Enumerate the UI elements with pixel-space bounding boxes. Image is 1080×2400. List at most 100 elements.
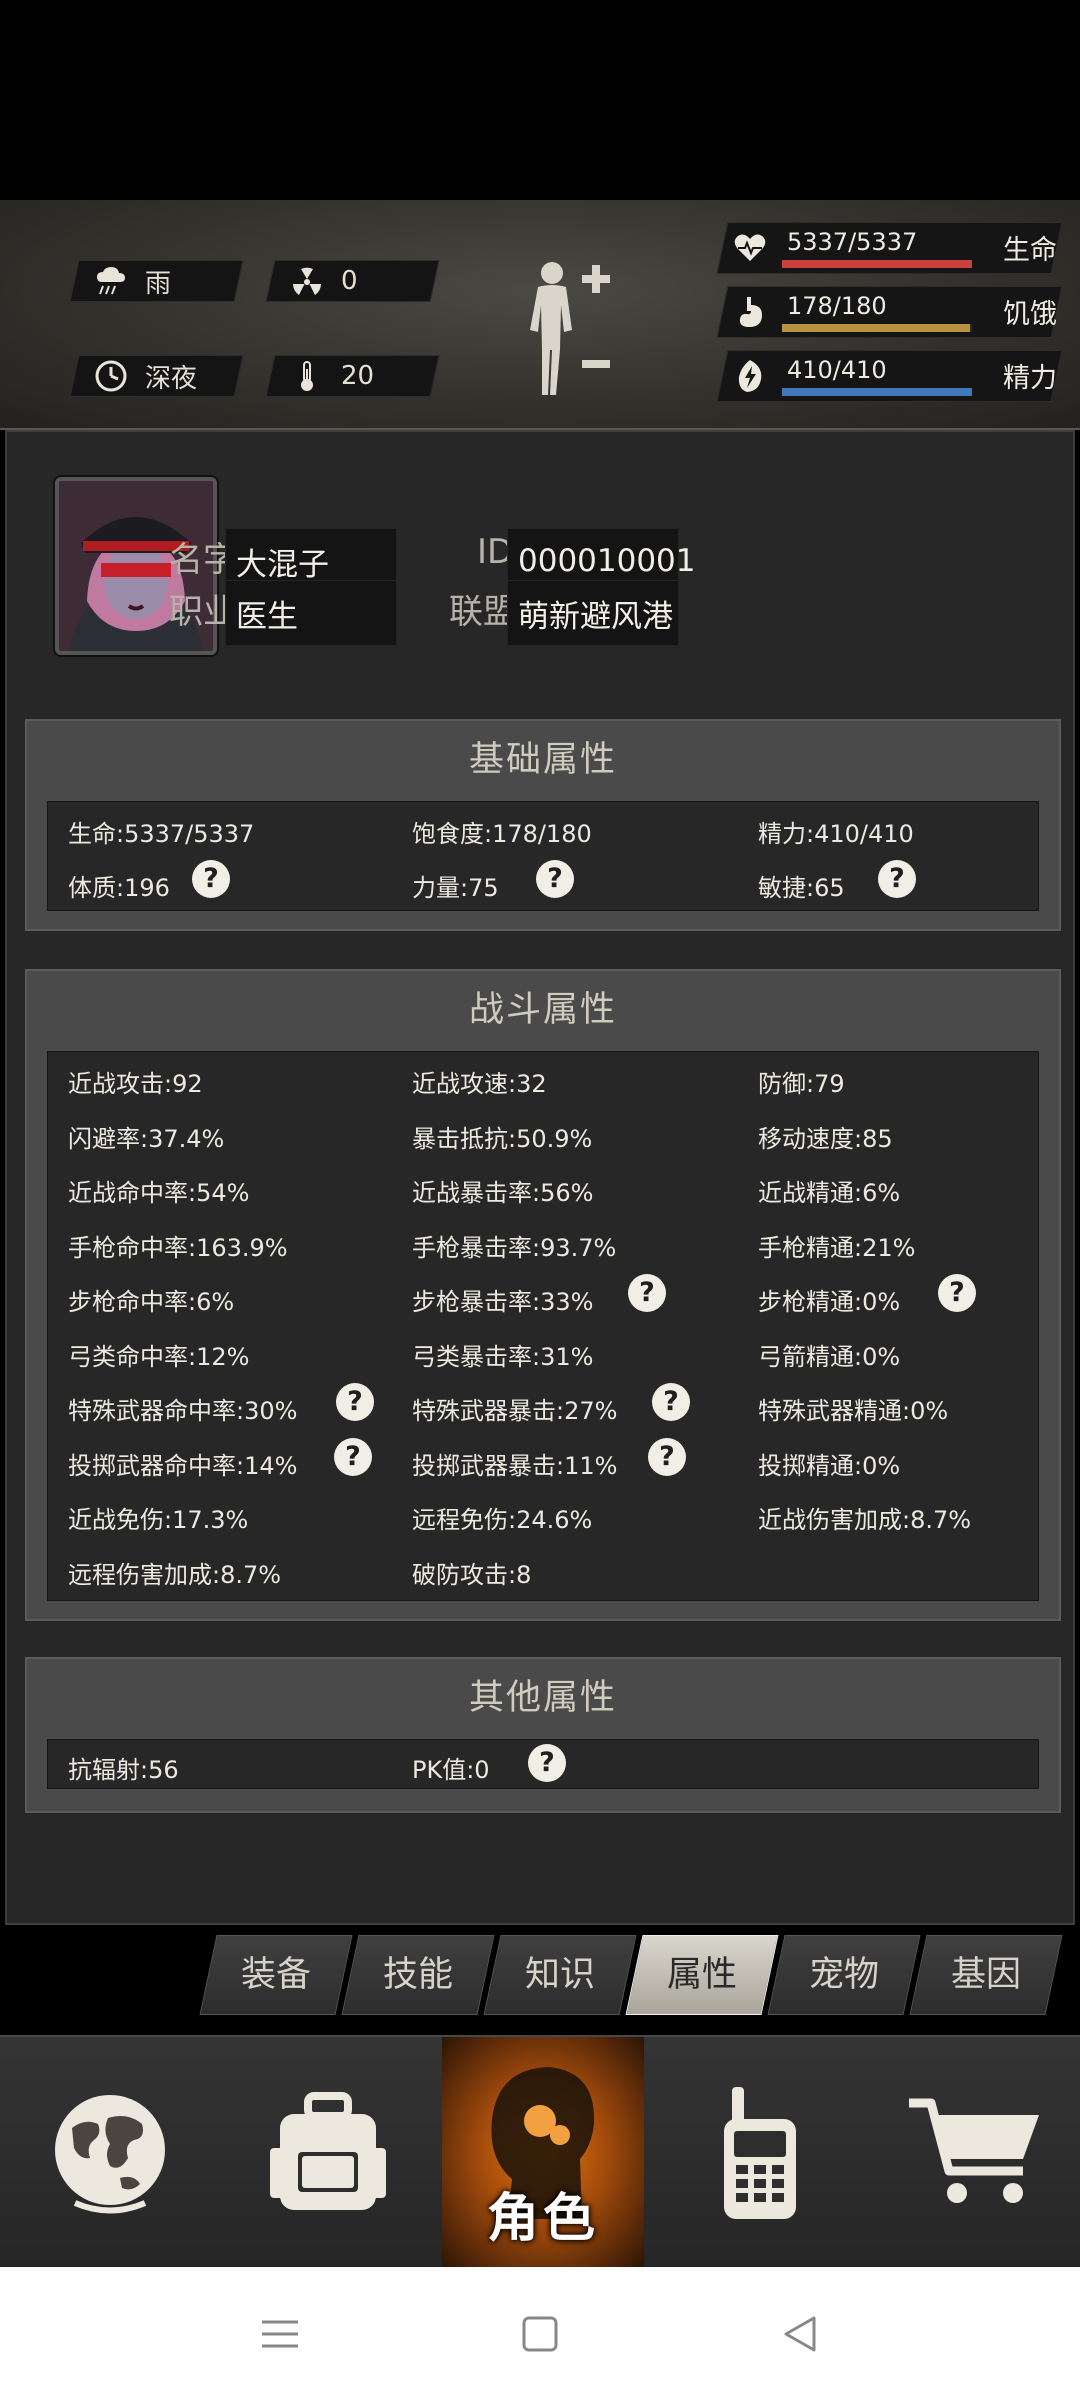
vital-hunger: 178/180 饥饿 [716,286,1063,338]
combat-stat: 近战暴击率:56% [412,1179,594,1207]
stat-energy: 精力:410/410 [758,820,914,848]
status-header: 雨 0 深夜 20 5337/5337 生命 178/180 饥饿 410/41… [0,200,1080,430]
combat-stat: 弓箭精通:0% [758,1342,901,1371]
combat-stat: 防御:79 [758,1070,845,1098]
combat-stat: 弓类暴击率:31% [412,1342,594,1371]
menu-icon[interactable] [250,2307,310,2361]
hunger-value: 178/180 [787,292,887,320]
combat-stat: 近战免伤:17.3% [68,1506,249,1534]
combat-stat: 移动速度:85 [758,1124,893,1153]
combat-stat: 近战攻击:92 [68,1070,203,1098]
attribute-tabs: 装备 技能 知识 属性 宠物 基因 [0,1925,1080,2035]
other-attributes-title: 其他属性 [468,1678,617,1718]
temperature-value: 20 [341,361,375,391]
combat-stat: 步枪命中率:6% [68,1288,235,1316]
combat-help-icon[interactable]: ? [628,1274,666,1312]
human-body-icon [530,262,610,395]
tab-equipment[interactable]: 装备 [199,1935,353,2015]
job-field: 医生 [225,580,397,646]
combat-stat: 破防攻击:8 [412,1560,532,1589]
rain-cloud-icon [93,263,129,299]
radiation-icon [289,263,325,299]
combat-stat: 手枪暴击率:93.7% [412,1233,617,1262]
energy-bolt-icon [732,356,768,396]
combat-stat: 近战精通:6% [758,1179,901,1207]
radiation-chip: 0 [265,260,440,302]
combat-stat: 暴击抵抗:50.9% [412,1124,593,1153]
combat-attributes-title: 战斗属性 [468,990,617,1030]
combat-stat: 近战攻速:32 [412,1070,547,1098]
bottom-navigation: 角色 [0,2035,1080,2269]
hunger-label: 饥饿 [1003,299,1057,330]
nav-world-button[interactable] [30,2037,190,2269]
combat-stat: 近战命中率:54% [68,1179,250,1207]
health-value: 5337/5337 [787,228,918,256]
clock-icon [93,358,129,394]
health-label: 生命 [1003,235,1057,266]
pk-help-icon[interactable]: ? [528,1744,566,1782]
basic-attributes-title: 基础属性 [468,740,617,780]
system-navigation-bar [0,2267,1080,2400]
character-panel: 名字: 大混子 职业: 医生 ID: 000010001 联盟: 萌新避风港 基… [5,430,1075,1925]
nav-role-button[interactable]: 角色 [442,2037,644,2269]
health-bar [782,260,972,268]
basic-attributes-body: 生命:5337/5337 饱食度:178/180 精力:410/410 体质:1… [47,801,1039,911]
globe-icon [55,2095,165,2214]
stat-agility: 敏捷:65 [758,874,845,902]
nav-backpack-button[interactable] [248,2037,408,2269]
energy-value: 410/410 [787,356,887,384]
combat-help-icon[interactable]: ? [652,1383,690,1421]
stat-radiation-resistance: 抗辐射:56 [68,1756,179,1784]
tab-skills[interactable]: 技能 [341,1935,495,2015]
stat-pk-value: PK值:0 [412,1756,490,1784]
combat-stat: 近战伤害加成:8.7% [758,1506,972,1534]
combat-stat: 步枪精通:0% [758,1288,901,1316]
temperature-chip: 20 [265,355,440,397]
walkie-talkie-icon [724,2087,796,2219]
combat-stat: 步枪暴击率:33% [412,1288,594,1316]
shopping-cart-icon [909,2098,1039,2203]
combat-stat: 投掷武器暴击:11% [412,1451,618,1480]
stomach-icon [732,292,768,332]
weather-chip: 雨 [69,260,244,302]
role-label: 角色 [486,2189,599,2249]
combat-stat: 特殊武器精通:0% [758,1397,949,1425]
tab-pets[interactable]: 宠物 [767,1935,921,2015]
basic-attributes-section: 基础属性 生命:5337/5337 饱食度:178/180 精力:410/410… [25,719,1061,931]
other-attributes-body: 抗辐射:56 PK值:0 ? [47,1739,1039,1789]
tab-attributes[interactable]: 属性 [625,1935,779,2015]
backpack-icon [270,2092,386,2210]
profile-section: 名字: 大混子 职业: 医生 ID: 000010001 联盟: 萌新避风港 [7,432,1077,692]
tab-knowledge[interactable]: 知识 [483,1935,637,2015]
combat-stat: 远程免伤:24.6% [412,1506,593,1534]
combat-help-icon[interactable]: ? [336,1383,374,1421]
combat-attributes-section: 战斗属性 近战攻击:92 近战攻速:32 防御:79 闪避率:37.4% 暴击抵抗:50… [25,969,1061,1621]
nav-shop-button[interactable] [895,2037,1055,2269]
hunger-bar [782,324,972,332]
combat-help-icon[interactable]: ? [648,1437,686,1476]
tab-genes[interactable]: 基因 [909,1935,1063,2015]
combat-stat: 投掷精通:0% [758,1451,901,1480]
weather-label: 雨 [145,268,172,299]
energy-bar [782,388,972,396]
body-status-button[interactable] [520,255,630,405]
nav-radio-button[interactable] [680,2037,840,2269]
alliance-field[interactable]: 萌新避风港 [507,580,679,646]
energy-label: 精力 [1003,363,1057,394]
back-triangle-icon[interactable] [770,2307,830,2361]
strength-help-icon[interactable]: ? [536,860,574,898]
combat-stat: 闪避率:37.4% [68,1124,225,1153]
combat-stat: 弓类命中率:12% [68,1342,250,1371]
combat-stat: 特殊武器暴击:27% [412,1397,618,1425]
stat-health: 生命:5337/5337 [68,820,255,848]
agility-help-icon[interactable]: ? [878,860,916,898]
constitution-help-icon[interactable]: ? [192,860,230,898]
combat-stat: 投掷武器命中率:14% [68,1451,298,1480]
combat-stat: 手枪命中率:163.9% [68,1233,288,1262]
other-attributes-section: 其他属性 抗辐射:56 PK值:0 ? [25,1657,1061,1813]
combat-help-icon[interactable]: ? [938,1274,976,1312]
home-square-icon[interactable] [510,2307,570,2361]
vital-health: 5337/5337 生命 [716,222,1063,274]
combat-help-icon[interactable]: ? [334,1437,372,1476]
stat-satiety: 饱食度:178/180 [412,820,592,848]
